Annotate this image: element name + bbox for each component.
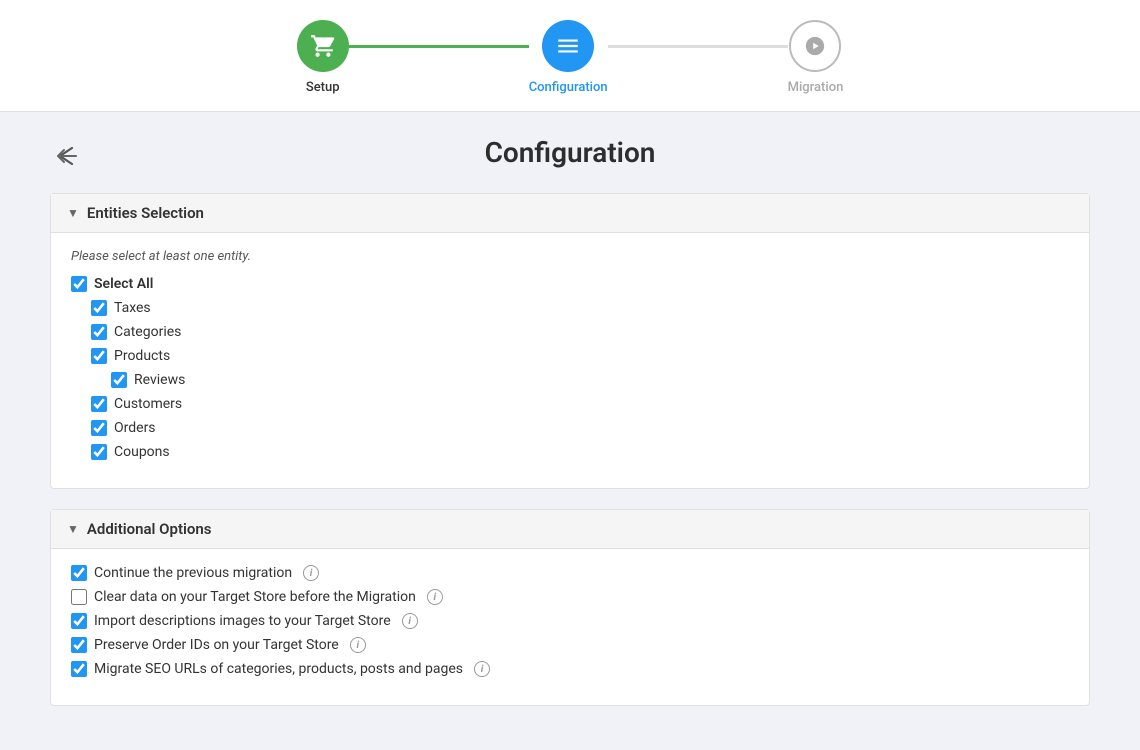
back-button[interactable] <box>50 140 86 172</box>
checkbox-continue-previous[interactable]: Continue the previous migration i <box>71 565 1069 581</box>
checkbox-migrate-seo-urls-label: Migrate SEO URLs of categories, products… <box>94 661 463 677</box>
additional-section-header[interactable]: ▼ Additional Options <box>51 510 1089 549</box>
checkbox-orders-input[interactable] <box>91 420 107 436</box>
checkbox-reviews-input[interactable] <box>111 372 127 388</box>
step-configuration[interactable]: Configuration <box>529 20 608 95</box>
checkbox-categories[interactable]: Categories <box>91 324 1069 340</box>
checkbox-import-descriptions-label: Import descriptions images to your Targe… <box>94 613 391 629</box>
checkbox-products-input[interactable] <box>91 348 107 364</box>
additional-collapse-icon: ▼ <box>67 522 79 536</box>
checkbox-migrate-seo-urls-input[interactable] <box>71 661 87 677</box>
checkbox-customers-input[interactable] <box>91 396 107 412</box>
checkbox-orders-label: Orders <box>114 420 156 436</box>
checkbox-products[interactable]: Products <box>91 348 1069 364</box>
migrate-seo-urls-info-icon[interactable]: i <box>474 661 490 677</box>
continue-previous-info-icon[interactable]: i <box>303 565 319 581</box>
checkbox-import-descriptions-input[interactable] <box>71 613 87 629</box>
entities-section: ▼ Entities Selection Please select at le… <box>50 193 1090 489</box>
step-setup-circle <box>297 20 349 72</box>
additional-section: ▼ Additional Options Continue the previo… <box>50 509 1090 706</box>
checkbox-taxes[interactable]: Taxes <box>91 300 1069 316</box>
checkbox-import-descriptions[interactable]: Import descriptions images to your Targe… <box>71 613 1069 629</box>
entities-section-title: Entities Selection <box>87 204 204 222</box>
entities-collapse-icon: ▼ <box>67 206 79 220</box>
checkbox-select-all-input[interactable] <box>71 276 87 292</box>
checkbox-reviews-label: Reviews <box>134 372 185 388</box>
step-configuration-circle <box>542 20 594 72</box>
checkbox-categories-label: Categories <box>114 324 181 340</box>
checkbox-continue-previous-input[interactable] <box>71 565 87 581</box>
checkbox-taxes-input[interactable] <box>91 300 107 316</box>
step-migration-circle <box>789 20 841 72</box>
checkbox-migrate-seo-urls[interactable]: Migrate SEO URLs of categories, products… <box>71 661 1069 677</box>
stepper-header: Setup Configuration Migration <box>0 0 1140 112</box>
checkbox-preserve-order-ids-input[interactable] <box>71 637 87 653</box>
checkbox-products-label: Products <box>114 348 170 364</box>
page-title: Configuration <box>50 136 1090 169</box>
checkbox-select-all[interactable]: Select All <box>71 276 1069 292</box>
checkbox-preserve-order-ids[interactable]: Preserve Order IDs on your Target Store … <box>71 637 1069 653</box>
checkbox-orders[interactable]: Orders <box>91 420 1069 436</box>
main-content: Configuration ▼ Entities Selection Pleas… <box>20 112 1120 750</box>
step-setup-label: Setup <box>306 80 340 95</box>
import-descriptions-info-icon[interactable]: i <box>402 613 418 629</box>
checkbox-clear-data-label: Clear data on your Target Store before t… <box>94 589 416 605</box>
connector-1 <box>349 45 529 48</box>
checkbox-taxes-label: Taxes <box>114 300 151 316</box>
checkbox-coupons-label: Coupons <box>114 444 170 460</box>
checkbox-coupons-input[interactable] <box>91 444 107 460</box>
checkbox-reviews[interactable]: Reviews <box>111 372 1069 388</box>
step-migration[interactable]: Migration <box>788 20 844 95</box>
additional-section-body: Continue the previous migration i Clear … <box>51 549 1089 705</box>
checkbox-clear-data[interactable]: Clear data on your Target Store before t… <box>71 589 1069 605</box>
step-migration-label: Migration <box>788 80 844 95</box>
preserve-order-ids-info-icon[interactable]: i <box>350 637 366 653</box>
checkbox-clear-data-input[interactable] <box>71 589 87 605</box>
clear-data-info-icon[interactable]: i <box>427 589 443 605</box>
additional-section-title: Additional Options <box>87 520 212 538</box>
entities-section-body: Please select at least one entity. Selec… <box>51 233 1089 488</box>
step-configuration-label: Configuration <box>529 80 608 95</box>
checkbox-customers[interactable]: Customers <box>91 396 1069 412</box>
checkbox-preserve-order-ids-label: Preserve Order IDs on your Target Store <box>94 637 339 653</box>
step-setup[interactable]: Setup <box>297 20 349 95</box>
connector-2 <box>608 45 788 48</box>
checkbox-customers-label: Customers <box>114 396 182 412</box>
checkbox-categories-input[interactable] <box>91 324 107 340</box>
checkbox-continue-previous-label: Continue the previous migration <box>94 565 292 581</box>
checkbox-select-all-label: Select All <box>94 276 153 292</box>
stepper: Setup Configuration Migration <box>297 20 844 95</box>
entities-hint: Please select at least one entity. <box>71 249 1069 264</box>
entities-section-header[interactable]: ▼ Entities Selection <box>51 194 1089 233</box>
checkbox-coupons[interactable]: Coupons <box>91 444 1069 460</box>
